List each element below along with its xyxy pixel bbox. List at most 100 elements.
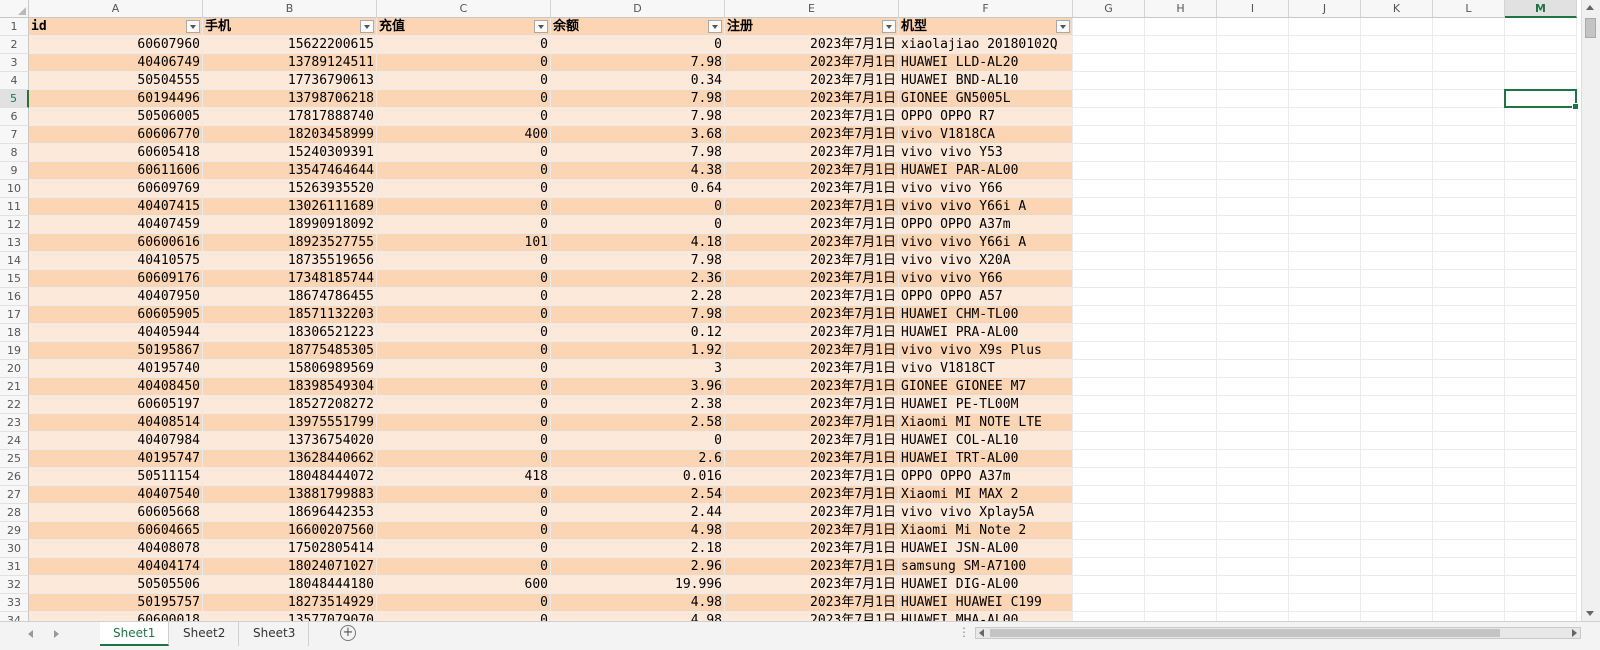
table-cell-reg[interactable]: 2023年7月1日: [725, 522, 899, 540]
table-cell-phone[interactable]: 18775485305: [203, 342, 377, 360]
table-cell-id[interactable]: 60605418: [29, 144, 203, 162]
empty-cell[interactable]: [1289, 612, 1361, 621]
row-header-12[interactable]: 12: [0, 216, 29, 234]
empty-cell[interactable]: [1073, 414, 1145, 432]
row-header-1[interactable]: 1: [0, 18, 29, 36]
table-cell-recharge[interactable]: 101: [377, 234, 551, 252]
table-cell-model[interactable]: OPPO OPPO R7: [899, 108, 1073, 126]
empty-cell[interactable]: [1217, 450, 1289, 468]
row-header-30[interactable]: 30: [0, 540, 29, 558]
table-cell-recharge[interactable]: 0: [377, 216, 551, 234]
empty-cell[interactable]: [1217, 162, 1289, 180]
table-cell-reg[interactable]: 2023年7月1日: [725, 450, 899, 468]
column-header-a[interactable]: A: [29, 0, 203, 18]
column-header-h[interactable]: H: [1145, 0, 1217, 18]
row-header-7[interactable]: 7: [0, 126, 29, 144]
empty-cell[interactable]: [1361, 594, 1433, 612]
table-cell-balance[interactable]: 3.96: [551, 378, 725, 396]
empty-cell[interactable]: [1433, 378, 1505, 396]
table-cell-balance[interactable]: 2.96: [551, 558, 725, 576]
table-cell-recharge[interactable]: 0: [377, 558, 551, 576]
row-header-18[interactable]: 18: [0, 324, 29, 342]
empty-cell[interactable]: [1433, 594, 1505, 612]
table-cell-model[interactable]: vivo vivo X20A: [899, 252, 1073, 270]
empty-cell[interactable]: [1433, 540, 1505, 558]
empty-cell[interactable]: [1361, 486, 1433, 504]
column-header-d[interactable]: D: [551, 0, 725, 18]
table-cell-recharge[interactable]: 0: [377, 90, 551, 108]
row-header-13[interactable]: 13: [0, 234, 29, 252]
table-cell-phone[interactable]: 17736790613: [203, 72, 377, 90]
table-cell-phone[interactable]: 18024071027: [203, 558, 377, 576]
table-cell-id[interactable]: 40405944: [29, 324, 203, 342]
table-cell-recharge[interactable]: 0: [377, 486, 551, 504]
empty-cell[interactable]: [1505, 180, 1577, 198]
table-cell-id[interactable]: 60604665: [29, 522, 203, 540]
table-cell-balance[interactable]: 2.54: [551, 486, 725, 504]
empty-cell[interactable]: [1433, 36, 1505, 54]
empty-cell[interactable]: [1217, 306, 1289, 324]
table-cell-recharge[interactable]: 600: [377, 576, 551, 594]
table-cell-reg[interactable]: 2023年7月1日: [725, 504, 899, 522]
next-sheet-icon[interactable]: [54, 630, 59, 638]
fill-handle[interactable]: [1572, 103, 1579, 110]
table-cell-recharge[interactable]: 0: [377, 360, 551, 378]
table-cell-model[interactable]: vivo vivo Y66: [899, 270, 1073, 288]
table-cell-recharge[interactable]: 0: [377, 450, 551, 468]
row-header-9[interactable]: 9: [0, 162, 29, 180]
empty-cell[interactable]: [1505, 486, 1577, 504]
header-cell-d[interactable]: 余额: [551, 18, 725, 36]
empty-cell[interactable]: [1073, 540, 1145, 558]
empty-cell[interactable]: [1145, 450, 1217, 468]
empty-cell[interactable]: [1433, 450, 1505, 468]
table-cell-id[interactable]: 60611606: [29, 162, 203, 180]
empty-cell[interactable]: [1073, 108, 1145, 126]
empty-cell[interactable]: [1145, 378, 1217, 396]
table-cell-id[interactable]: 50511154: [29, 468, 203, 486]
empty-cell[interactable]: [1145, 180, 1217, 198]
empty-cell[interactable]: [1145, 144, 1217, 162]
empty-cell[interactable]: [1433, 396, 1505, 414]
table-cell-phone[interactable]: 18273514929: [203, 594, 377, 612]
table-cell-model[interactable]: xiaolajiao 20180102Q: [899, 36, 1073, 54]
empty-cell[interactable]: [1505, 216, 1577, 234]
empty-cell[interactable]: [1505, 414, 1577, 432]
empty-cell[interactable]: [1361, 450, 1433, 468]
table-cell-recharge[interactable]: 0: [377, 414, 551, 432]
empty-cell[interactable]: [1361, 72, 1433, 90]
filter-dropdown-icon[interactable]: [708, 20, 722, 33]
table-cell-reg[interactable]: 2023年7月1日: [725, 306, 899, 324]
table-cell-id[interactable]: 60605668: [29, 504, 203, 522]
table-cell-id[interactable]: 60194496: [29, 90, 203, 108]
row-header-3[interactable]: 3: [0, 54, 29, 72]
table-cell-reg[interactable]: 2023年7月1日: [725, 612, 899, 621]
vertical-scroll-thumb[interactable]: [1585, 18, 1596, 38]
empty-cell[interactable]: [1505, 306, 1577, 324]
column-header-e[interactable]: E: [725, 0, 899, 18]
empty-cell[interactable]: [1217, 18, 1289, 36]
empty-cell[interactable]: [1361, 54, 1433, 72]
empty-cell[interactable]: [1217, 108, 1289, 126]
empty-cell[interactable]: [1289, 18, 1361, 36]
empty-cell[interactable]: [1505, 612, 1577, 621]
empty-cell[interactable]: [1073, 612, 1145, 621]
table-cell-id[interactable]: 40406749: [29, 54, 203, 72]
filter-dropdown-icon[interactable]: [186, 20, 200, 33]
empty-cell[interactable]: [1289, 396, 1361, 414]
empty-cell[interactable]: [1361, 234, 1433, 252]
empty-cell[interactable]: [1505, 360, 1577, 378]
row-header-32[interactable]: 32: [0, 576, 29, 594]
table-cell-reg[interactable]: 2023年7月1日: [725, 144, 899, 162]
empty-cell[interactable]: [1433, 198, 1505, 216]
table-cell-recharge[interactable]: 0: [377, 612, 551, 621]
empty-cell[interactable]: [1433, 162, 1505, 180]
select-all-corner[interactable]: [0, 0, 29, 18]
table-cell-id[interactable]: 40410575: [29, 252, 203, 270]
row-header-2[interactable]: 2: [0, 36, 29, 54]
row-header-24[interactable]: 24: [0, 432, 29, 450]
empty-cell[interactable]: [1289, 576, 1361, 594]
table-cell-balance[interactable]: 2.6: [551, 450, 725, 468]
empty-cell[interactable]: [1433, 18, 1505, 36]
horizontal-scroll-thumb[interactable]: [990, 629, 1500, 637]
row-header-34[interactable]: 34: [0, 612, 29, 621]
